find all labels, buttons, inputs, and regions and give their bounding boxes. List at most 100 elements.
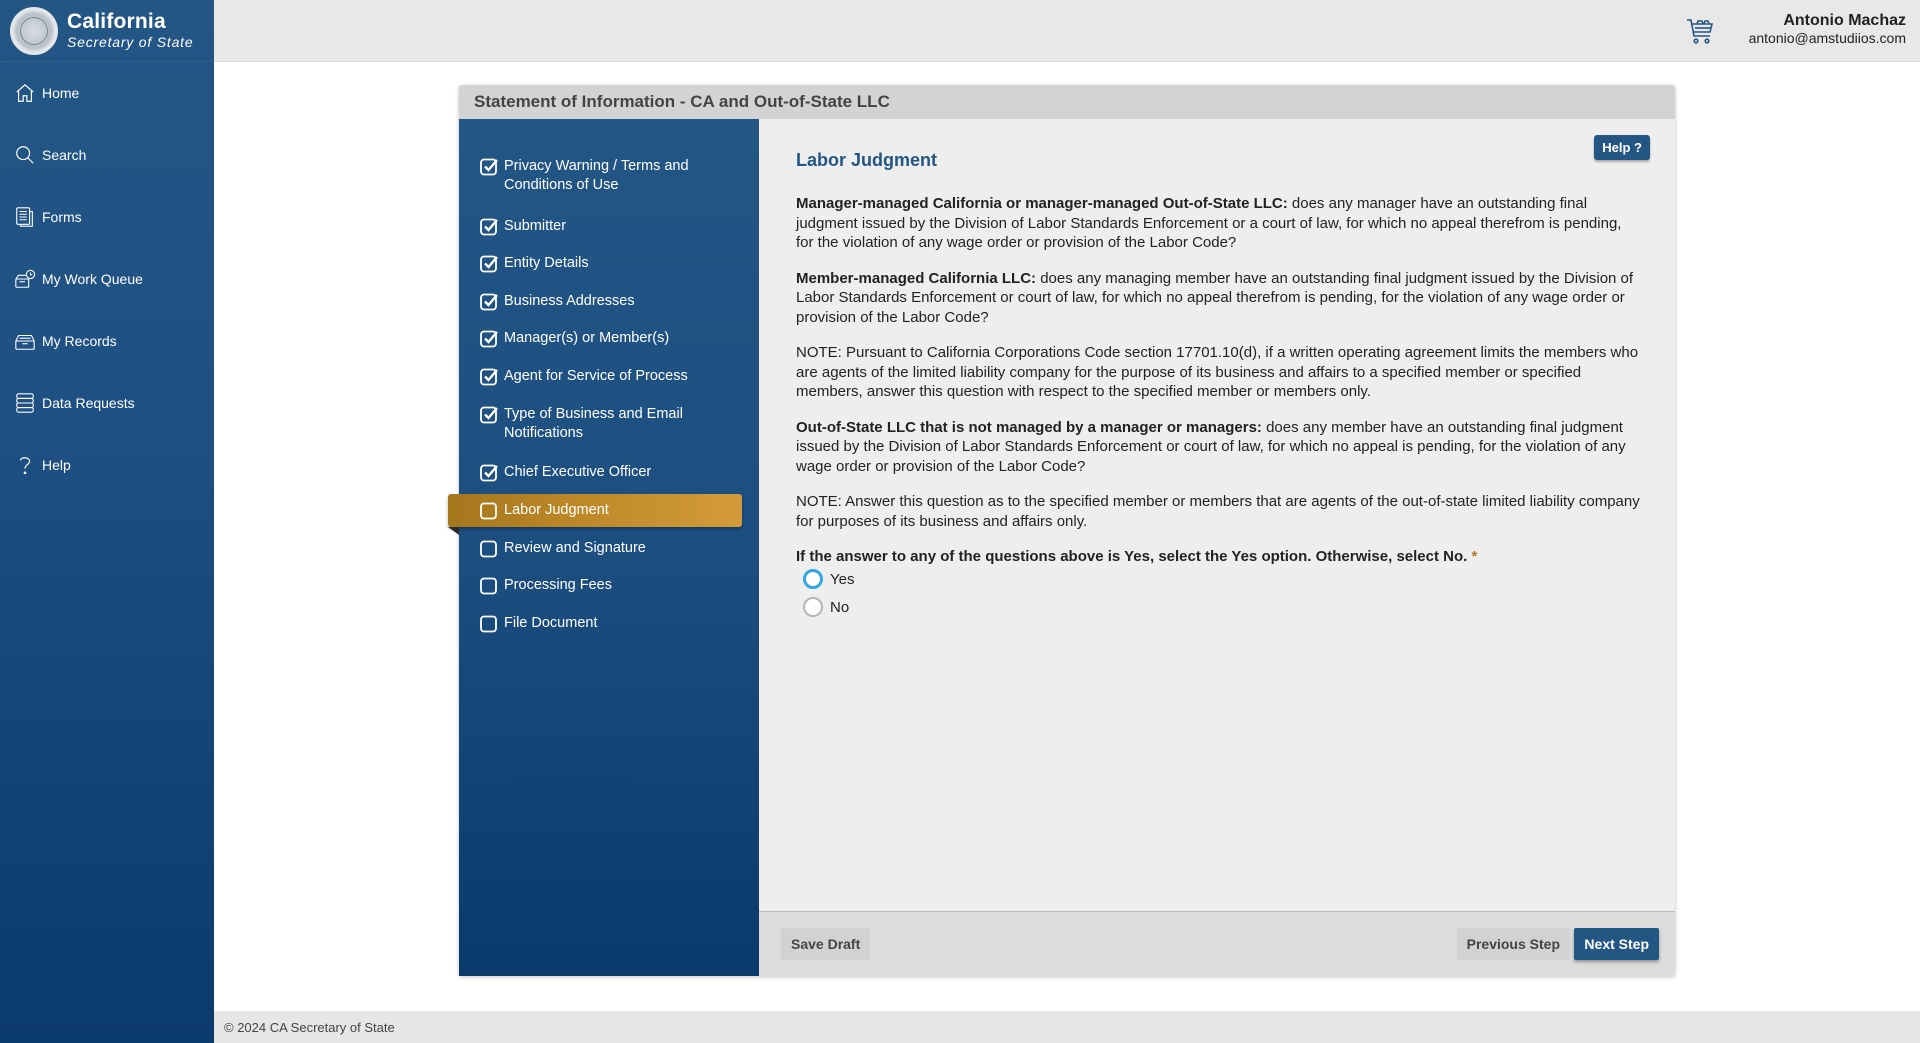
nav-label: Help [42,457,71,473]
radio-button-yes[interactable] [803,569,823,589]
step-item[interactable]: Submitter [459,217,759,236]
user-account[interactable]: Antonio Machaz antonio@amstudiios.com [1749,12,1906,46]
user-email: antonio@amstudiios.com [1748,30,1906,47]
nav-label: Home [42,85,80,101]
unchecked-box-icon [480,615,497,633]
nav-item-records[interactable]: My Records [0,321,214,361]
step-label: Processing Fees [504,577,612,593]
work-queue-icon [15,269,36,288]
nav-item-search[interactable]: Search [0,135,214,175]
radio-label: No [830,598,850,616]
checked-box-icon [480,293,498,311]
step-label: Type of Business and Email Notifications [504,406,683,441]
step-item[interactable]: Type of Business and Email Notifications [459,405,759,443]
step-item[interactable]: Business Addresses [459,292,759,311]
checked-box-icon [480,330,498,348]
step-label: Review and Signature [504,540,646,556]
brand-logo[interactable]: California Secretary of State [0,0,214,62]
paragraph-lead: Member-managed California LLC: [796,269,1037,287]
nav-label: Forms [42,209,82,225]
state-seal-icon [10,6,58,55]
previous-step-button[interactable]: Previous Step [1456,928,1570,960]
next-step-button[interactable]: Next Step [1574,928,1659,960]
question-icon [19,457,31,475]
step-label: Privacy Warning / Terms and Conditions o… [504,158,689,193]
radio-button-no[interactable] [803,597,823,617]
step-item[interactable]: Privacy Warning / Terms and Conditions o… [459,157,759,195]
form-footer: Save Draft Previous Step Next Step [759,911,1675,976]
paragraph-lead: Out-of-State LLC that is not managed by … [796,418,1262,436]
left-navigation: California Secretary of State Home Searc… [0,0,214,1043]
help-button[interactable]: Help ? [1594,135,1650,160]
nav-label: My Work Queue [42,271,143,287]
step-label: Chief Executive Officer [504,464,652,480]
form-card: Statement of Information - CA and Out-of… [448,85,1675,976]
checked-box-icon [480,158,498,176]
labor-judgment-question: If the answer to any of the questions ab… [796,548,1477,565]
nav-label: My Records [42,333,117,349]
checked-box-icon [480,218,498,236]
paragraph-text: NOTE: Pursuant to California Corporation… [796,344,1639,400]
step-item[interactable]: File Document [459,614,759,633]
radio-yes[interactable]: Yes [803,569,854,589]
step-label: Submitter [504,218,567,234]
user-name: Antonio Machaz [1783,12,1906,29]
cart-icon [1687,19,1714,44]
step-content: Help ? Labor Judgment Manager-managed Ca… [759,119,1675,909]
question-description: Manager-managed California or manager-ma… [796,194,1641,547]
unchecked-box-icon [480,502,497,519]
forms-icon [16,207,33,227]
paragraph-out-of-state: Out-of-State LLC that is not managed by … [796,418,1641,477]
step-item[interactable]: Agent for Service of Process [459,367,759,386]
page-footer: © 2024 CA Secretary of State [214,1011,1920,1043]
paragraph-manager-managed: Manager-managed California or manager-ma… [796,194,1641,253]
paragraph-text: NOTE: Answer this question as to the spe… [796,493,1640,530]
step-label: Manager(s) or Member(s) [504,330,670,346]
search-icon [16,146,34,164]
save-draft-button[interactable]: Save Draft [781,928,871,960]
step-item[interactable]: Processing Fees [459,576,759,595]
step-label: Entity Details [504,255,589,271]
unchecked-box-icon [480,540,497,558]
step-item[interactable]: Entity Details [459,254,759,273]
nav-item-data-requests[interactable]: Data Requests [0,383,214,423]
checked-box-icon [480,255,498,273]
paragraph-lead: Manager-managed California or manager-ma… [796,195,1288,212]
question-label: If the answer to any of the questions ab… [796,548,1468,565]
paragraph-note-corporations-code: NOTE: Pursuant to California Corporation… [796,343,1641,402]
step-item[interactable]: Review and Signature [459,539,759,558]
step-item[interactable]: Manager(s) or Member(s) [459,329,759,348]
checked-box-icon [480,464,498,482]
database-icon [16,393,34,413]
nav-item-forms[interactable]: Forms [0,197,214,237]
form-title: Statement of Information - CA and Out-of… [459,85,1675,119]
nav-label: Search [42,147,87,163]
step-item[interactable]: Labor Judgment [448,494,742,535]
step-label: Agent for Service of Process [504,368,688,384]
checked-box-icon [480,368,498,386]
home-icon [16,83,34,102]
nav-item-help[interactable]: Help [0,445,214,485]
copyright-text: © 2024 CA Secretary of State [224,1019,395,1035]
top-bar [214,0,1920,62]
step-label: File Document [504,615,598,631]
brand-title: California [67,10,166,34]
required-marker: * [1471,548,1478,565]
checked-box-icon [480,406,498,424]
nav-item-home[interactable]: Home [0,73,214,113]
unchecked-box-icon [480,577,497,595]
section-title: Labor Judgment [796,150,938,170]
step-item[interactable]: Chief Executive Officer [459,463,759,482]
paragraph-note-out-of-state: NOTE: Answer this question as to the spe… [796,492,1641,531]
cart-button[interactable] [1685,16,1715,46]
records-icon [15,334,35,350]
nav-item-work-queue[interactable]: My Work Queue [0,259,214,299]
radio-no[interactable]: No [803,597,849,617]
paragraph-member-managed: Member-managed California LLC: does any … [796,269,1641,328]
brand-subtitle: Secretary of State [67,34,194,51]
step-label: Labor Judgment [504,502,609,518]
nav-label: Data Requests [42,395,135,411]
radio-label: Yes [830,570,855,588]
step-label: Business Addresses [504,293,635,309]
step-list: Privacy Warning / Terms and Conditions o… [448,119,759,976]
